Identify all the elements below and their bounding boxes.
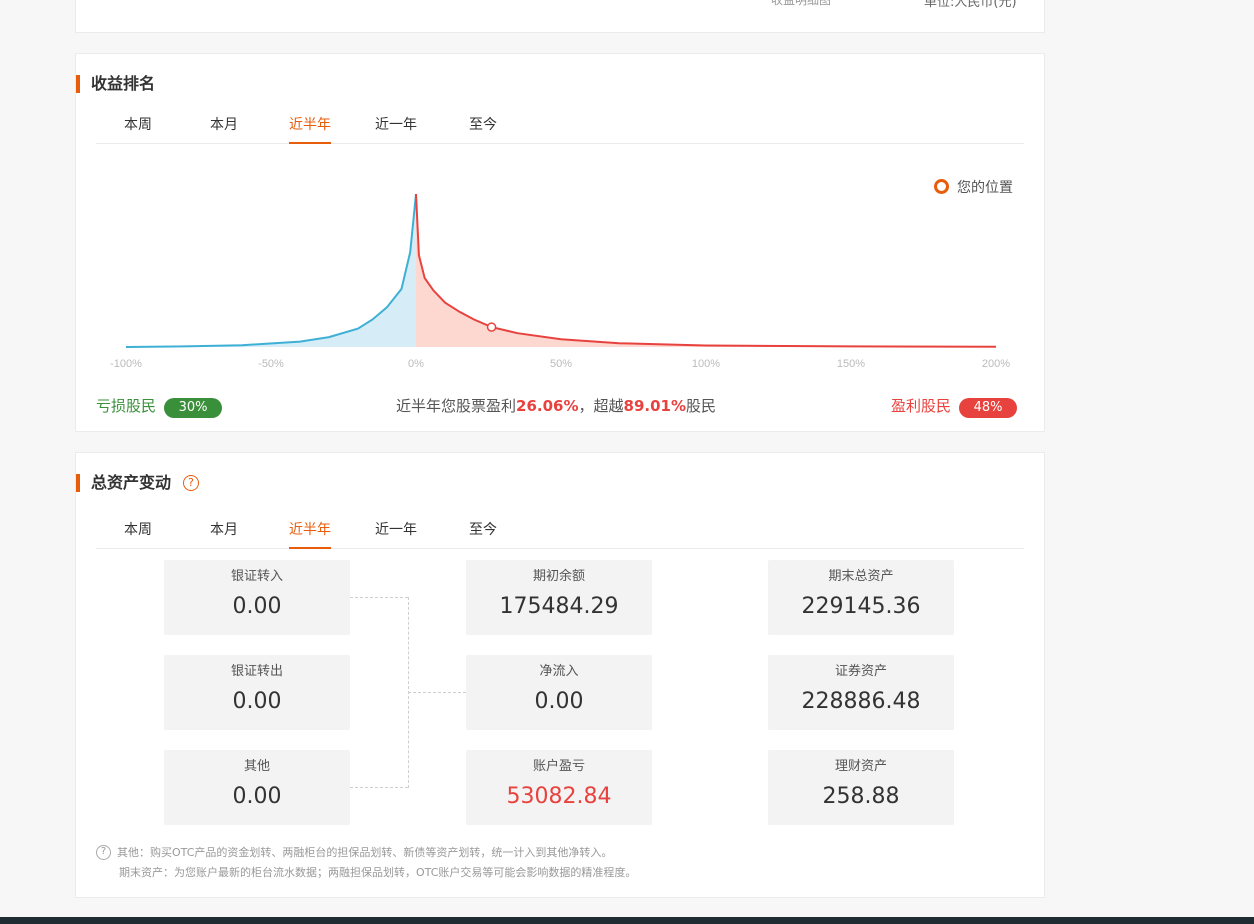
- page-footer-bar: [0, 917, 1254, 924]
- asset-title-text: 总资产变动: [91, 473, 172, 492]
- footnotes: ? 其他：购买OTC产品的资金划转、两融柜台的担保品划转、新债等资产划转，统一计入…: [96, 843, 636, 883]
- box-label: 净流入: [539, 664, 579, 679]
- loss-users: 亏损股民 30%: [96, 396, 223, 418]
- unit-caption: 单位:人民币(元): [924, 0, 1017, 10]
- tab-all-time[interactable]: 至今: [469, 116, 497, 144]
- rank-summary: 近半年您股票盈利26.06%，超越89.01%股民: [396, 396, 716, 416]
- tab-week[interactable]: 本周: [124, 521, 152, 549]
- box-label: 期初余额: [532, 569, 585, 584]
- summary-profit: 26.06%: [516, 397, 579, 415]
- box-label: 证券资产: [834, 664, 887, 679]
- x-tick-label: 0%: [408, 358, 424, 370]
- chart-caption: 收益明细图: [771, 0, 832, 7]
- wealth-assets-box: 理财资产 258.88: [768, 750, 954, 825]
- profit-series-line: [415, 193, 997, 348]
- tab-half-year[interactable]: 近半年: [289, 116, 331, 144]
- connector-line: [350, 787, 408, 788]
- note-closing-assets: 期末资产：为您账户最新的柜台流水数据；两融担保品划转，OTC账户交易等可能会影响…: [119, 866, 637, 879]
- summary-prefix: 近半年您股票盈利: [396, 397, 517, 415]
- tab-month[interactable]: 本月: [210, 521, 238, 549]
- profit-area: [416, 194, 996, 347]
- profit-users: 盈利股民 48%: [891, 396, 1018, 418]
- closing-total-assets-box: 期末总资产 229145.36: [768, 560, 954, 635]
- income-detail-card: 收益明细图 单位:人民币(元): [75, 0, 1045, 33]
- connector-line: [350, 597, 408, 598]
- box-label: 银证转出: [230, 664, 283, 679]
- box-value: 0.00: [232, 594, 282, 619]
- summary-suffix: 股民: [686, 397, 717, 415]
- user-position-marker: [486, 322, 497, 332]
- income-rank-card: 收益排名 本周 本月 近半年 近一年 至今 您的位置 -100% -50% 0% 50…: [75, 53, 1045, 432]
- box-value: 175484.29: [499, 594, 619, 619]
- box-value: 0.00: [232, 784, 282, 809]
- section-title-asset: 总资产变动?: [76, 473, 200, 492]
- tab-month[interactable]: 本月: [210, 116, 238, 144]
- box-label: 账户盈亏: [532, 759, 585, 774]
- box-value: 258.88: [822, 784, 900, 809]
- tab-year[interactable]: 近一年: [375, 116, 417, 144]
- summary-beat: 89.01%: [623, 397, 686, 415]
- opening-balance-box: 期初余额 175484.29: [466, 560, 652, 635]
- account-pnl-box: 账户盈亏 53082.84: [466, 750, 652, 825]
- note-other: 其他：购买OTC产品的资金划转、两融柜台的担保品划转、新债等资产划转，统一计入到…: [117, 846, 613, 859]
- rank-tabs: 本周 本月 近半年 近一年 至今: [96, 116, 1024, 144]
- x-tick-label: 200%: [982, 358, 1010, 370]
- rank-distribution-chart: -100% -50% 0% 50% 100% 150% 200%: [110, 193, 1010, 370]
- box-label: 银证转入: [230, 569, 283, 584]
- profit-pct-badge: 48%: [959, 398, 1018, 418]
- question-circle-icon: ?: [96, 844, 111, 860]
- section-title-rank: 收益排名: [76, 75, 155, 93]
- box-value: 0.00: [232, 689, 282, 714]
- box-label: 其他: [243, 759, 270, 774]
- box-value: 228886.48: [801, 689, 921, 714]
- x-tick-label: 50%: [550, 358, 572, 370]
- other-transfer-box: 其他 0.00: [164, 750, 350, 825]
- x-tick-label: 150%: [837, 358, 865, 370]
- box-label: 理财资产: [834, 759, 887, 774]
- x-tick-label: -50%: [258, 358, 284, 370]
- connector-line: [408, 692, 466, 693]
- box-value: 0.00: [534, 689, 584, 714]
- asset-tabs: 本周 本月 近半年 近一年 至今: [96, 521, 1024, 549]
- profit-label: 盈利股民: [891, 397, 952, 415]
- asset-change-card: 总资产变动? 本周 本月 近半年 近一年 至今 银证转入 0.00 银证转出 0…: [75, 452, 1045, 898]
- tab-week[interactable]: 本周: [124, 116, 152, 144]
- x-tick-label: 100%: [692, 358, 720, 370]
- bank-transfer-out-box: 银证转出 0.00: [164, 655, 350, 730]
- box-label: 期末总资产: [828, 569, 894, 584]
- summary-middle: ，超越: [578, 397, 624, 415]
- box-value: 229145.36: [801, 594, 921, 619]
- bank-transfer-in-box: 银证转入 0.00: [164, 560, 350, 635]
- tab-year[interactable]: 近一年: [375, 521, 417, 549]
- tab-all-time[interactable]: 至今: [469, 521, 497, 549]
- loss-area: [126, 194, 416, 347]
- loss-label: 亏损股民: [96, 397, 157, 415]
- securities-assets-box: 证券资产 228886.48: [768, 655, 954, 730]
- box-value: 53082.84: [506, 784, 612, 809]
- tab-half-year[interactable]: 近半年: [289, 521, 331, 549]
- x-tick-label: -100%: [110, 358, 142, 370]
- question-circle-icon[interactable]: ?: [183, 474, 200, 491]
- net-inflow-box: 净流入 0.00: [466, 655, 652, 730]
- loss-pct-badge: 30%: [164, 398, 223, 418]
